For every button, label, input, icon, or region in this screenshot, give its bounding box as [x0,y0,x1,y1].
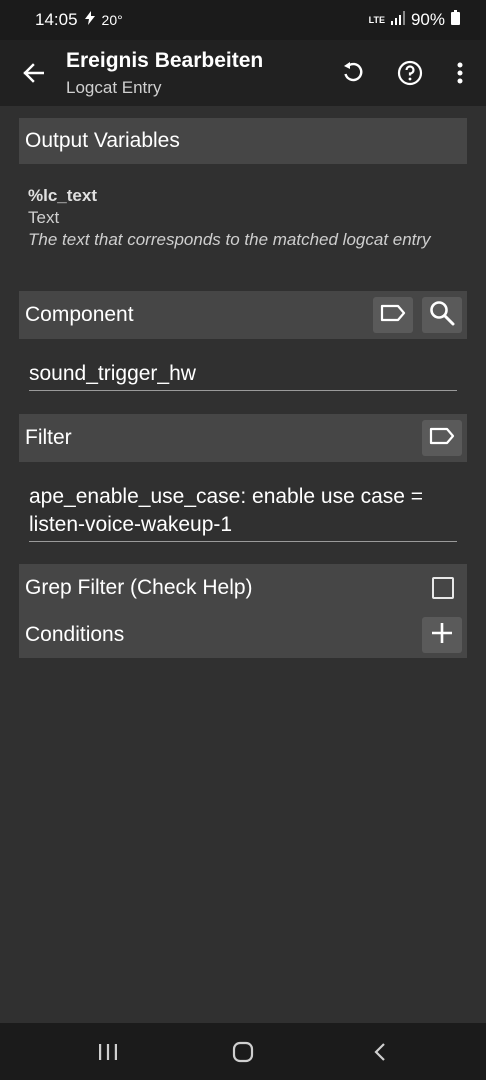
search-icon [429,300,455,331]
battery-icon [451,10,460,30]
variable-type: Text [28,208,60,227]
home-icon[interactable] [230,1039,256,1065]
back-nav-icon[interactable] [367,1039,393,1065]
conditions-row: Conditions [25,612,124,658]
page-title: Ereignis Bearbeiten [66,49,264,72]
plus-icon [431,622,453,649]
help-icon[interactable] [394,57,426,89]
component-search-button[interactable] [422,297,462,333]
status-temperature: 20° [101,12,123,28]
grep-filter-label: Grep Filter (Check Help) [25,576,253,599]
variable-name: %lc_text [28,186,97,205]
component-tag-button[interactable] [373,297,413,333]
back-arrow-icon[interactable] [18,58,48,88]
add-condition-button[interactable] [422,617,462,653]
output-variable-info: %lc_text Text The text that corresponds … [28,185,448,251]
filter-value-line1: ape_enable_use_case: enable use case = [29,485,424,508]
options-panel: Grep Filter (Check Help) Conditions [19,564,467,658]
filter-header: Filter [19,414,467,462]
grep-filter-row[interactable]: Grep Filter (Check Help) [25,564,253,612]
status-time: 14:05 [35,10,78,29]
component-label: Component [25,303,134,326]
output-variables-header[interactable]: Output Variables [19,118,467,164]
network-type: LTE [368,14,385,25]
battery-percent: 90% [410,10,445,29]
output-variables-label: Output Variables [25,129,180,152]
grep-filter-checkbox[interactable] [432,577,454,599]
system-nav-bar [0,1023,486,1080]
more-vert-icon[interactable] [444,57,476,89]
lightning-icon [84,10,96,30]
tag-icon [429,427,455,450]
recent-apps-icon[interactable] [95,1039,121,1065]
conditions-label: Conditions [25,623,125,646]
signal-icon [390,10,405,30]
status-bar: 14:05 20° LTE 90% [0,0,486,40]
variable-description: The text that corresponds to the matched… [28,230,431,249]
undo-icon[interactable] [337,57,369,89]
filter-tag-button[interactable] [422,420,462,456]
component-input[interactable]: sound_trigger_hw [29,360,457,391]
filter-input[interactable]: ape_enable_use_case: enable use case = l… [29,483,457,542]
page-subtitle: Logcat Entry [66,78,162,97]
tag-icon [380,304,406,327]
filter-value-line2: listen-voice-wakeup-1 [29,513,233,536]
app-bar: Ereignis Bearbeiten Logcat Entry [0,40,486,106]
filter-label: Filter [25,426,72,449]
